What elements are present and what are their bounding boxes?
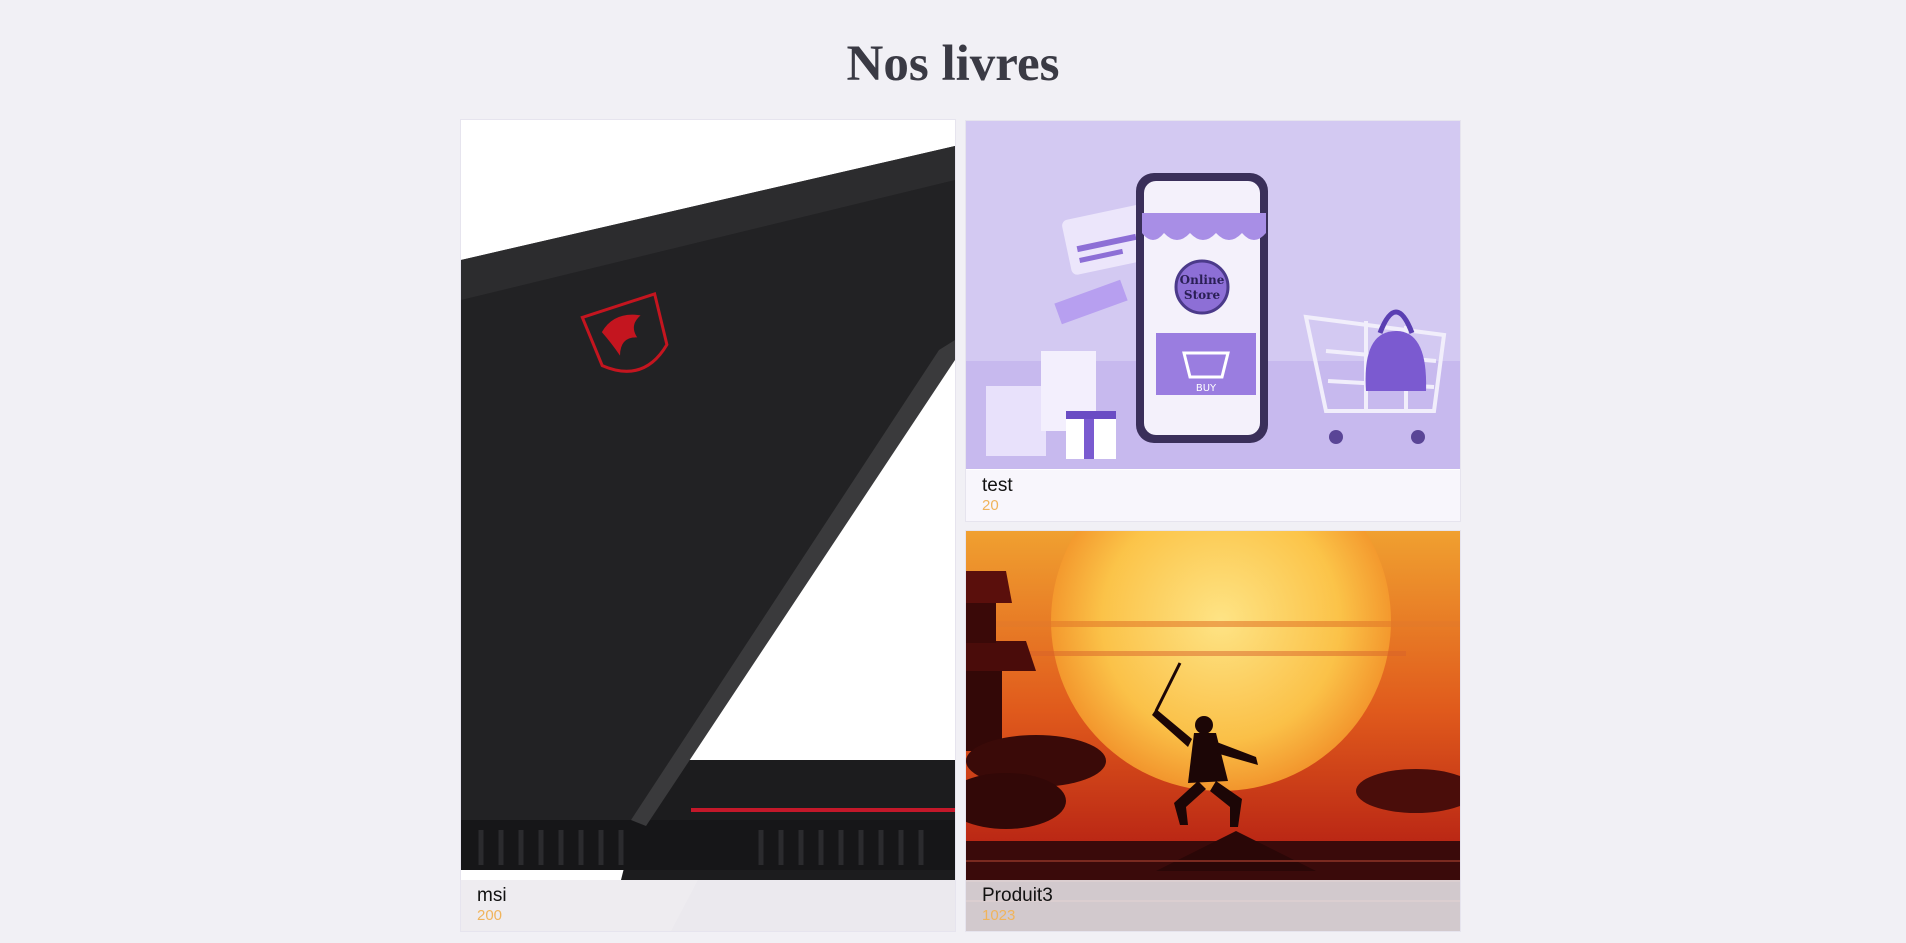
product-info: msi 200 xyxy=(461,880,955,931)
laptop-image[interactable] xyxy=(461,120,955,931)
product-info: test 20 xyxy=(966,470,1460,521)
store-label: Store xyxy=(1184,288,1221,302)
product-price: 20 xyxy=(982,497,999,514)
product-name: msi xyxy=(477,885,507,906)
online-label: Online xyxy=(1180,273,1225,287)
product-card[interactable]: msi 200 xyxy=(460,119,956,932)
product-price: 1023 xyxy=(982,907,1016,924)
buy-label: BUY xyxy=(1196,383,1217,394)
product-info: Produit3 1023 xyxy=(966,880,1460,931)
page-title: Nos livres xyxy=(846,36,1060,92)
product-price: 200 xyxy=(477,907,503,924)
samurai-sunset-image[interactable] xyxy=(966,531,1460,931)
product-name: Produit3 xyxy=(982,885,1053,906)
product-card[interactable]: Online Store BUY test 20 xyxy=(965,120,1461,522)
product-name: test xyxy=(982,475,1013,496)
product-card[interactable]: Produit3 1023 xyxy=(965,530,1461,932)
online-store-image[interactable]: Online Store BUY xyxy=(966,121,1460,469)
